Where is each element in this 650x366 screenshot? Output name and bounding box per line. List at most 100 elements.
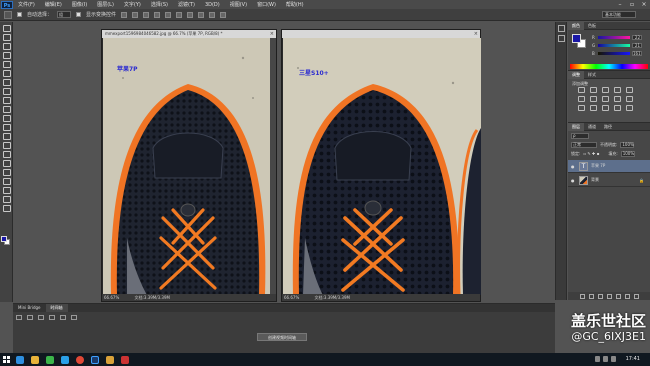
taskbar-explorer-icon[interactable] xyxy=(28,354,41,365)
layer-name[interactable]: 苹果 7P xyxy=(591,163,605,169)
taskbar-media-icon[interactable] xyxy=(118,354,131,365)
foreground-color-swatch[interactable] xyxy=(1,236,7,242)
exposure-icon[interactable] xyxy=(614,87,621,93)
threshold-icon[interactable] xyxy=(602,105,609,111)
healing-brush-tool-icon[interactable] xyxy=(2,78,11,86)
menu-3d[interactable]: 3D(D) xyxy=(200,2,225,8)
hand-tool-icon[interactable] xyxy=(2,186,11,194)
blend-mode-select[interactable]: 正常 xyxy=(571,141,597,148)
fill-input[interactable]: 100% xyxy=(620,150,635,157)
document-canvas[interactable]: 苹果7P xyxy=(103,38,271,295)
document-canvas[interactable]: 三星S10+ xyxy=(283,38,481,295)
distribute-bottom-icon[interactable] xyxy=(209,11,216,18)
visibility-eye-icon[interactable]: ● xyxy=(571,178,576,183)
eyedropper-tool-icon[interactable] xyxy=(2,69,11,77)
maximize-button[interactable]: ▫ xyxy=(628,1,636,8)
marquee-tool-icon[interactable] xyxy=(2,33,11,41)
tab-channels[interactable]: 通道 xyxy=(584,123,600,131)
3d-mode-icon[interactable] xyxy=(220,11,227,18)
layer-row-text[interactable]: ● T 苹果 7P xyxy=(568,160,650,173)
tab-paths[interactable]: 路径 xyxy=(600,123,616,131)
panel-foreground-swatch[interactable] xyxy=(572,34,581,43)
menu-window[interactable]: 窗口(W) xyxy=(252,1,281,8)
brightness-icon[interactable] xyxy=(578,87,585,93)
hue-saturation-icon[interactable] xyxy=(578,96,585,102)
selective-color-icon[interactable] xyxy=(626,105,633,111)
create-video-timeline-button[interactable]: 创建视频时间轴 xyxy=(257,333,307,341)
type-tool-icon[interactable] xyxy=(2,159,11,167)
close-button[interactable]: × xyxy=(640,1,648,8)
menu-view[interactable]: 视图(V) xyxy=(225,1,252,8)
distribute-middle-icon[interactable] xyxy=(198,11,205,18)
align-center-icon[interactable] xyxy=(165,11,172,18)
gradient-map-icon[interactable] xyxy=(614,105,621,111)
document-window-iphone[interactable]: mmexport1596984046582.jpg @ 66.7% (苹果 7P… xyxy=(101,29,277,302)
zoom-level[interactable]: 66.67% xyxy=(284,295,299,300)
vibrance-icon[interactable] xyxy=(626,87,633,93)
show-transform-checkbox[interactable] xyxy=(76,12,82,17)
tab-mini-bridge[interactable]: Mini Bridge xyxy=(13,304,46,312)
taskbar-qq-icon[interactable] xyxy=(58,354,71,365)
align-right-icon[interactable] xyxy=(176,11,183,18)
taskbar-wechat-icon[interactable] xyxy=(43,354,56,365)
prev-frame-icon[interactable] xyxy=(27,315,33,320)
new-layer-icon[interactable] xyxy=(624,293,630,299)
path-select-tool-icon[interactable] xyxy=(2,168,11,176)
blur-tool-icon[interactable] xyxy=(2,132,11,140)
audio-icon[interactable] xyxy=(60,315,66,320)
tab-swatches[interactable]: 色板 xyxy=(584,22,600,30)
input-method-icon[interactable] xyxy=(611,356,616,362)
align-middle-icon[interactable] xyxy=(132,11,139,18)
move-tool-icon[interactable] xyxy=(2,24,11,32)
document-title-bar[interactable]: × xyxy=(282,30,480,38)
vertical-scrollbar[interactable] xyxy=(270,38,276,295)
color-spectrum[interactable] xyxy=(570,64,648,69)
color-balance-icon[interactable] xyxy=(590,96,597,102)
scissors-icon[interactable] xyxy=(71,315,77,320)
minimize-button[interactable]: – xyxy=(616,1,624,8)
taskbar-photoshop-icon[interactable] xyxy=(88,354,101,365)
layer-row-background[interactable]: ● 背景 🔒 xyxy=(568,174,650,187)
history-panel-icon[interactable] xyxy=(558,25,565,32)
document-window-samsung[interactable]: × 三星S10+ 66.67% 文档:3.39M/3.39M xyxy=(281,29,481,302)
eraser-tool-icon[interactable] xyxy=(2,114,11,122)
red-slider[interactable]: R 22 xyxy=(592,34,648,40)
align-left-icon[interactable] xyxy=(154,11,161,18)
adjustment-layer-icon[interactable] xyxy=(606,293,612,299)
tab-layers[interactable]: 图层 xyxy=(568,122,584,131)
delete-layer-icon[interactable] xyxy=(633,293,639,299)
menu-filter[interactable]: 滤镜(T) xyxy=(173,1,200,8)
taskbar-clock[interactable]: 17:41 xyxy=(626,353,640,366)
pen-tool-icon[interactable] xyxy=(2,150,11,158)
distribute-top-icon[interactable] xyxy=(187,11,194,18)
quick-select-tool-icon[interactable] xyxy=(2,51,11,59)
move-tool-icon[interactable] xyxy=(4,10,12,19)
taskbar-folder-icon[interactable] xyxy=(103,354,116,365)
blue-slider[interactable]: B 161 xyxy=(592,50,648,56)
green-slider[interactable]: G 21 xyxy=(592,42,648,48)
taskbar-chrome-icon[interactable] xyxy=(73,354,86,365)
curves-icon[interactable] xyxy=(602,87,609,93)
brush-tool-icon[interactable] xyxy=(2,87,11,95)
document-title-bar[interactable]: mmexport1596984046582.jpg @ 66.7% (苹果 7P… xyxy=(102,30,276,38)
new-group-icon[interactable] xyxy=(615,293,621,299)
zoom-level[interactable]: 66.67% xyxy=(104,295,119,300)
layer-style-icon[interactable] xyxy=(588,293,594,299)
black-white-icon[interactable] xyxy=(602,96,609,102)
menu-edit[interactable]: 编辑(E) xyxy=(40,1,67,8)
crop-tool-icon[interactable] xyxy=(2,60,11,68)
layer-name[interactable]: 背景 xyxy=(591,177,599,183)
menu-file[interactable]: 文件(F) xyxy=(13,1,40,8)
photo-filter-icon[interactable] xyxy=(614,96,621,102)
lasso-tool-icon[interactable] xyxy=(2,42,11,50)
tab-styles[interactable]: 样式 xyxy=(584,71,600,79)
invert-icon[interactable] xyxy=(578,105,585,111)
tab-color[interactable]: 颜色 xyxy=(568,21,584,30)
layer-kind-filter[interactable]: ρ xyxy=(571,132,589,139)
play-icon[interactable] xyxy=(38,315,44,320)
posterize-icon[interactable] xyxy=(590,105,597,111)
start-button[interactable] xyxy=(0,353,12,366)
clone-stamp-tool-icon[interactable] xyxy=(2,96,11,104)
taskbar-ie-icon[interactable] xyxy=(13,354,26,365)
menu-select[interactable]: 选择(S) xyxy=(146,1,173,8)
